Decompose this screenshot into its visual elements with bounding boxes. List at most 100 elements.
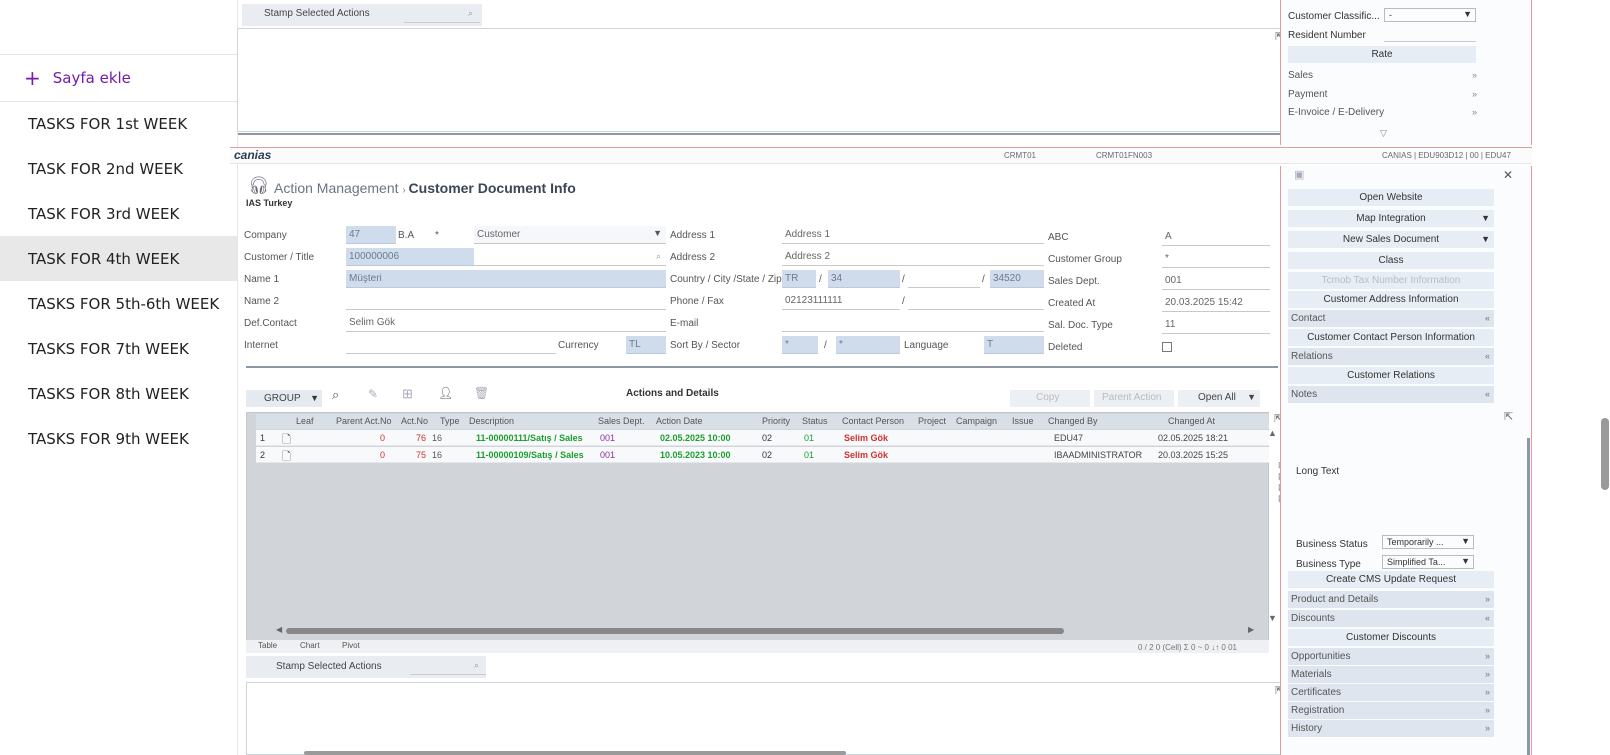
chevron-icon[interactable]: » bbox=[1485, 702, 1490, 719]
email-field[interactable] bbox=[782, 314, 1044, 332]
nav-item[interactable]: TASKS FOR 5th-6th WEEK bbox=[0, 281, 238, 326]
scroll-left-icon[interactable]: ◀ bbox=[276, 625, 282, 634]
copy-button[interactable]: Copy bbox=[1010, 390, 1090, 407]
search-icon[interactable]: ⌕ bbox=[656, 251, 661, 262]
einvoice-section[interactable]: E-Invoice / E-Delivery bbox=[1288, 107, 1384, 118]
right-panel-scrollbar[interactable] bbox=[1527, 438, 1530, 755]
phone-field[interactable]: 02123111111 bbox=[782, 292, 900, 310]
add-icon[interactable]: ⊞ bbox=[402, 386, 413, 402]
deleted-checkbox[interactable] bbox=[1162, 342, 1172, 352]
nav-item[interactable]: TASK FOR 4th WEEK bbox=[0, 236, 238, 281]
close-icon[interactable]: ✕ bbox=[1503, 168, 1513, 182]
chevron-icon[interactable]: » bbox=[1485, 666, 1490, 683]
tcmob-button[interactable]: Tcmob Tax Number Information bbox=[1288, 272, 1494, 289]
class-btn-button[interactable]: Class bbox=[1288, 252, 1494, 269]
cust-relations-button[interactable]: Customer Relations bbox=[1288, 367, 1494, 384]
bottom-notes-area[interactable] bbox=[246, 682, 1288, 755]
open-all-button[interactable]: Open All ▼ bbox=[1178, 390, 1260, 407]
table-row[interactable]: 1 0 76 16 11-00000111/Satış / Sales 001 02.05.… bbox=[256, 430, 1269, 446]
grid-column-header[interactable]: Parent Act.No bbox=[336, 416, 392, 426]
saldoc-field[interactable]: 11 bbox=[1162, 316, 1270, 334]
chevron-icon[interactable]: « bbox=[1485, 610, 1490, 627]
grid-column-header[interactable]: Changed By bbox=[1048, 416, 1098, 426]
grid-hscroll[interactable] bbox=[286, 628, 1064, 634]
grid-column-header[interactable]: Description bbox=[469, 416, 514, 426]
chevron-icon[interactable]: » bbox=[1485, 591, 1490, 608]
save-icon[interactable]: ▣ bbox=[1294, 168, 1304, 181]
new-sales-doc-button[interactable]: New Sales Document ▼ bbox=[1288, 231, 1494, 248]
opportunities-section[interactable]: Opportunities » bbox=[1288, 648, 1494, 665]
state-field[interactable] bbox=[908, 270, 980, 288]
address1-field[interactable]: Address 1 bbox=[782, 226, 1044, 244]
cust-addr-button[interactable]: Customer Address Information bbox=[1288, 291, 1494, 308]
bottom-stamp-button[interactable]: Stamp Selected Actions bbox=[276, 661, 382, 672]
edit-icon[interactable]: ✎ bbox=[368, 387, 378, 401]
grid-column-header[interactable]: Act.No bbox=[401, 416, 428, 426]
scroll-down-icon[interactable]: ▼ bbox=[1268, 613, 1277, 623]
chevron-icon[interactable]: « bbox=[1485, 310, 1490, 327]
chevron-icon[interactable]: « bbox=[1485, 348, 1490, 365]
tab-pivot[interactable]: Pivot bbox=[342, 641, 360, 650]
group-button[interactable]: GROUP ▼ bbox=[246, 390, 322, 407]
abc-field[interactable]: A bbox=[1162, 228, 1270, 246]
filter-icon[interactable]: ▽ bbox=[1380, 128, 1387, 139]
internet-field[interactable] bbox=[346, 336, 556, 354]
search-icon[interactable]: ⌕ bbox=[468, 8, 473, 19]
certificates-section[interactable]: Certificates » bbox=[1288, 684, 1494, 701]
grid-column-header[interactable]: Changed At bbox=[1168, 416, 1215, 426]
grid-column-header[interactable]: Action Date bbox=[656, 416, 703, 426]
create-cms-button[interactable]: Create CMS Update Request bbox=[1288, 571, 1494, 588]
cust-discounts-button[interactable]: Customer Discounts bbox=[1288, 629, 1494, 646]
product-details-section[interactable]: Product and Details » bbox=[1288, 591, 1494, 608]
relations-section[interactable]: Relations « bbox=[1288, 348, 1494, 365]
tab-chart[interactable]: Chart bbox=[300, 641, 320, 650]
grid-column-header[interactable]: Status bbox=[802, 416, 828, 426]
map-integration-button[interactable]: Map Integration ▼ bbox=[1288, 210, 1494, 227]
nav-item[interactable]: TASKS FOR 1st WEEK bbox=[0, 101, 238, 146]
language-field[interactable]: T bbox=[984, 336, 1044, 354]
nav-item[interactable]: TASKS FOR 7th WEEK bbox=[0, 326, 238, 371]
customer-title-field[interactable] bbox=[474, 248, 666, 266]
page-vertical-scrollbar[interactable] bbox=[1601, 418, 1609, 490]
name2-field[interactable] bbox=[346, 292, 666, 310]
cust-contact-button[interactable]: Customer Contact Person Information bbox=[1288, 329, 1494, 346]
customer-field[interactable]: 100000006 bbox=[346, 248, 474, 266]
registration-section[interactable]: Registration » bbox=[1288, 702, 1494, 719]
grid-column-header[interactable]: Type bbox=[440, 416, 460, 426]
history-section[interactable]: History » bbox=[1288, 720, 1494, 737]
contact-section[interactable]: Contact « bbox=[1288, 310, 1494, 327]
grid-column-header[interactable]: Sales Dept. bbox=[598, 416, 645, 426]
open-website-button[interactable]: Open Website bbox=[1288, 189, 1494, 206]
top-notes-area[interactable] bbox=[237, 28, 1287, 132]
fax-field[interactable] bbox=[908, 292, 1044, 310]
resident-number-field[interactable] bbox=[1384, 28, 1476, 42]
chevron-icon[interactable]: » bbox=[1485, 648, 1490, 665]
rate-button[interactable]: Rate bbox=[1288, 46, 1476, 63]
company-field[interactable]: 47 bbox=[346, 226, 396, 244]
expand-icon[interactable]: ⇱ bbox=[1504, 410, 1513, 423]
chevron-icon[interactable]: » bbox=[1485, 684, 1490, 701]
customer-classific-select[interactable]: - ▼ bbox=[1384, 8, 1476, 22]
zip-field[interactable]: 34520 bbox=[990, 270, 1044, 288]
page-horizontal-scrollbar[interactable] bbox=[304, 751, 846, 755]
trash-icon[interactable]: 🗑︎ bbox=[474, 386, 489, 400]
discounts-section[interactable]: Discounts « bbox=[1288, 610, 1494, 627]
country-field[interactable]: TR bbox=[782, 270, 816, 288]
add-page-button[interactable]: + Sayfa ekle bbox=[0, 54, 238, 102]
scroll-up-icon[interactable]: ▲ bbox=[1268, 428, 1277, 438]
company-type-select[interactable]: Customer ▼ bbox=[474, 226, 666, 244]
payment-section[interactable]: Payment bbox=[1288, 89, 1327, 100]
sector-field[interactable]: * bbox=[836, 336, 900, 354]
nav-item[interactable]: TASKS FOR 9th WEEK bbox=[0, 416, 238, 461]
grid-column-header[interactable]: Issue bbox=[1012, 416, 1034, 426]
grid-column-header[interactable]: Priority bbox=[762, 416, 790, 426]
business-status-select[interactable]: Temporarily ... ▼ bbox=[1382, 535, 1474, 549]
materials-section[interactable]: Materials » bbox=[1288, 666, 1494, 683]
salesdept-field[interactable]: 001 bbox=[1162, 272, 1270, 290]
sales-section[interactable]: Sales bbox=[1288, 70, 1313, 81]
currency-field[interactable]: TL bbox=[626, 336, 666, 354]
tab-table[interactable]: Table bbox=[258, 641, 277, 650]
breadcrumb-action-management[interactable]: Action Management bbox=[274, 180, 399, 196]
chevron-icon[interactable]: » bbox=[1472, 70, 1477, 80]
address2-field[interactable]: Address 2 bbox=[782, 248, 1044, 266]
